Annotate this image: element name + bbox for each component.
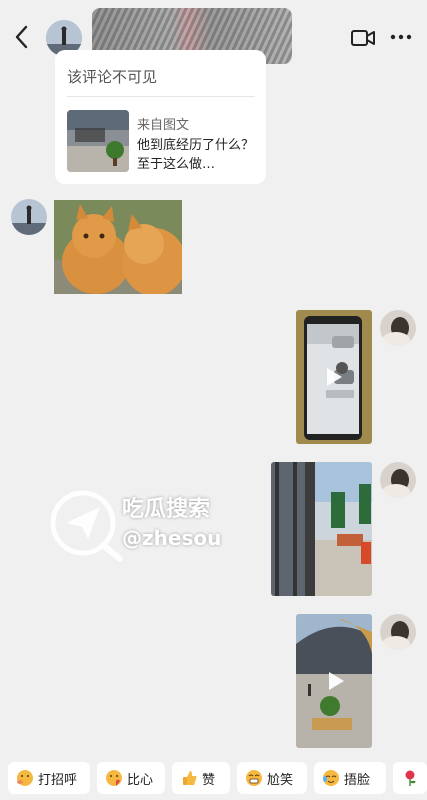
my-avatar[interactable] bbox=[380, 462, 416, 498]
quick-reply-greet[interactable]: 打招呼 bbox=[8, 762, 90, 794]
cat-photo-message[interactable] bbox=[54, 200, 182, 294]
wave-emoji-icon bbox=[17, 770, 33, 786]
more-options-icon[interactable] bbox=[390, 30, 412, 44]
photo-message[interactable] bbox=[271, 462, 372, 596]
facepalm-emoji-icon bbox=[323, 770, 339, 786]
quick-reply-like[interactable]: 赞 bbox=[172, 762, 230, 794]
video-call-icon[interactable] bbox=[350, 27, 376, 49]
back-icon[interactable] bbox=[10, 22, 36, 52]
play-icon[interactable] bbox=[324, 670, 346, 692]
quick-reply-label: 捂脸 bbox=[344, 772, 371, 788]
quick-reply-heart[interactable]: 比心 bbox=[97, 762, 165, 794]
contact-avatar[interactable] bbox=[11, 199, 47, 235]
watermark-title: 吃瓜搜索 bbox=[122, 497, 211, 522]
video-message-1[interactable] bbox=[296, 310, 372, 444]
quick-reply-awkward[interactable]: 尬笑 bbox=[237, 762, 307, 794]
shared-post-card[interactable]: 该评论不可见 来自图文 他到底经历了什么？至于这么做… bbox=[55, 50, 266, 184]
quick-reply-label: 比心 bbox=[127, 772, 154, 788]
quick-reply-label: 打招呼 bbox=[38, 772, 78, 788]
awkward-smile-emoji-icon bbox=[246, 770, 262, 786]
my-avatar[interactable] bbox=[380, 614, 416, 650]
quick-reply-label: 赞 bbox=[202, 772, 216, 788]
video-message-2[interactable] bbox=[296, 614, 372, 748]
quick-reply-label: 尬笑 bbox=[267, 772, 294, 788]
rose-emoji-icon bbox=[405, 770, 416, 786]
quick-reply-rose[interactable] bbox=[393, 762, 427, 794]
my-avatar[interactable] bbox=[380, 310, 416, 346]
post-title: 他到底经历了什么？至于这么做… bbox=[137, 138, 255, 172]
thumbs-up-emoji-icon bbox=[183, 771, 197, 785]
quick-reply-bar: 打招呼 比心 赞 尬笑 捂脸 bbox=[0, 760, 427, 796]
hidden-comment-notice: 该评论不可见 bbox=[67, 68, 158, 86]
play-icon[interactable] bbox=[322, 366, 344, 388]
watermark-handle: @zhesou bbox=[122, 526, 222, 550]
heart-hands-emoji-icon bbox=[106, 770, 122, 786]
quick-reply-facepalm[interactable]: 捂脸 bbox=[314, 762, 386, 794]
post-source-label: 来自图文 bbox=[137, 118, 190, 133]
post-thumbnail[interactable] bbox=[67, 110, 129, 172]
card-divider bbox=[67, 96, 255, 97]
